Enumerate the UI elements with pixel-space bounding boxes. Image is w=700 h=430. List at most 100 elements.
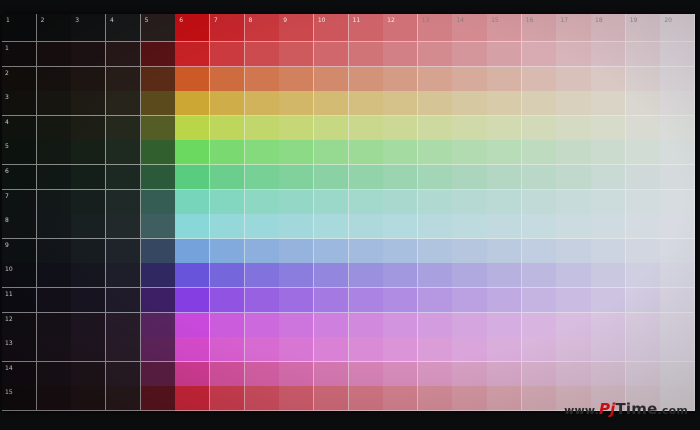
color-cell bbox=[452, 42, 488, 68]
color-test-pattern: 1 2 3 4 5 6 7 8 9 10 11 12 13 14 15 16 17 18 19 20 1 2 3 4 5 6 7 8 9… bbox=[2, 14, 695, 411]
color-cell bbox=[591, 214, 627, 240]
color-cell bbox=[348, 238, 384, 264]
color-cell bbox=[348, 140, 384, 166]
color-cell bbox=[36, 288, 72, 314]
color-cell bbox=[383, 214, 419, 240]
color-cell bbox=[71, 263, 107, 289]
color-cell bbox=[71, 386, 107, 411]
color-cell bbox=[105, 361, 142, 387]
color-cell bbox=[279, 361, 315, 387]
color-cell bbox=[279, 386, 315, 411]
color-cell bbox=[175, 312, 211, 338]
color-cell bbox=[244, 337, 280, 363]
color-cell bbox=[175, 140, 211, 166]
color-cell bbox=[105, 238, 142, 264]
color-cell bbox=[452, 66, 488, 92]
color-cell bbox=[521, 115, 557, 141]
color-cell bbox=[383, 91, 419, 117]
color-cell bbox=[660, 238, 695, 264]
color-cell bbox=[279, 140, 315, 166]
column-label: 6 bbox=[179, 17, 184, 24]
color-cell bbox=[209, 189, 246, 215]
color-cell bbox=[452, 361, 488, 387]
color-cell bbox=[417, 386, 453, 411]
color-cell bbox=[417, 312, 453, 338]
color-cell bbox=[279, 263, 315, 289]
color-cell bbox=[313, 361, 349, 387]
color-cell bbox=[175, 91, 211, 117]
color-cell bbox=[487, 386, 523, 411]
color-cell bbox=[140, 66, 176, 92]
color-cell bbox=[36, 115, 72, 141]
color-cell bbox=[521, 337, 557, 363]
color-cell bbox=[279, 66, 315, 92]
color-cell bbox=[209, 66, 246, 92]
color-cell bbox=[313, 386, 349, 411]
color-cell bbox=[591, 189, 627, 215]
watermark-prefix: www. bbox=[564, 404, 599, 417]
color-cell bbox=[487, 42, 523, 68]
color-cell bbox=[660, 115, 695, 141]
color-cell bbox=[244, 91, 280, 117]
column-label: 15 bbox=[491, 17, 499, 24]
color-cell bbox=[313, 165, 349, 191]
color-cell bbox=[348, 189, 384, 215]
color-cell bbox=[591, 263, 627, 289]
color-cell bbox=[452, 165, 488, 191]
color-cell bbox=[348, 312, 384, 338]
color-cell bbox=[209, 115, 246, 141]
color-cell bbox=[36, 189, 72, 215]
watermark-suffix: .com bbox=[657, 404, 688, 417]
color-cell bbox=[279, 165, 315, 191]
color-cell bbox=[244, 189, 280, 215]
projected-screen: 1 2 3 4 5 6 7 8 9 10 11 12 13 14 15 16 17 18 19 20 1 2 3 4 5 6 7 8 9… bbox=[2, 14, 695, 411]
color-cell bbox=[625, 42, 661, 68]
color-cell bbox=[521, 312, 557, 338]
color-cell bbox=[348, 91, 384, 117]
color-cell bbox=[71, 189, 107, 215]
color-cell bbox=[591, 42, 627, 68]
column-label: 18 bbox=[595, 17, 603, 24]
column-label: 16 bbox=[525, 17, 534, 24]
color-cell bbox=[71, 115, 107, 141]
color-cell bbox=[313, 140, 349, 166]
color-cell bbox=[71, 66, 107, 92]
color-cell bbox=[521, 189, 557, 215]
color-cell bbox=[36, 66, 72, 92]
color-cell bbox=[105, 386, 142, 411]
color-cell bbox=[417, 361, 453, 387]
color-cell bbox=[140, 42, 176, 68]
color-cell bbox=[625, 189, 661, 215]
watermark-brand-pj: Pj bbox=[598, 400, 616, 418]
color-cell bbox=[625, 115, 661, 141]
color-cell bbox=[660, 312, 695, 338]
column-label: 5 bbox=[144, 17, 149, 24]
color-cell bbox=[417, 189, 453, 215]
color-cell bbox=[279, 312, 315, 338]
color-cell bbox=[175, 361, 211, 387]
color-cell bbox=[452, 91, 488, 117]
column-label: 4 bbox=[109, 17, 114, 24]
color-cell bbox=[556, 361, 592, 387]
color-cell bbox=[625, 263, 661, 289]
color-cell bbox=[556, 115, 592, 141]
color-cell bbox=[313, 238, 349, 264]
color-cell bbox=[140, 165, 176, 191]
color-cell bbox=[487, 361, 523, 387]
color-cell bbox=[36, 140, 72, 166]
color-cell bbox=[625, 312, 661, 338]
color-cell bbox=[313, 288, 349, 314]
color-cell bbox=[521, 214, 557, 240]
color-cell bbox=[313, 337, 349, 363]
color-cell bbox=[140, 91, 176, 117]
color-cell bbox=[313, 42, 349, 68]
color-cell bbox=[417, 91, 453, 117]
color-cell bbox=[383, 42, 419, 68]
color-cell bbox=[383, 115, 419, 141]
color-cell bbox=[660, 263, 695, 289]
color-cell bbox=[71, 288, 107, 314]
column-label: 3 bbox=[75, 17, 80, 24]
color-cell bbox=[660, 165, 695, 191]
color-cell bbox=[521, 91, 557, 117]
color-cell bbox=[487, 288, 523, 314]
